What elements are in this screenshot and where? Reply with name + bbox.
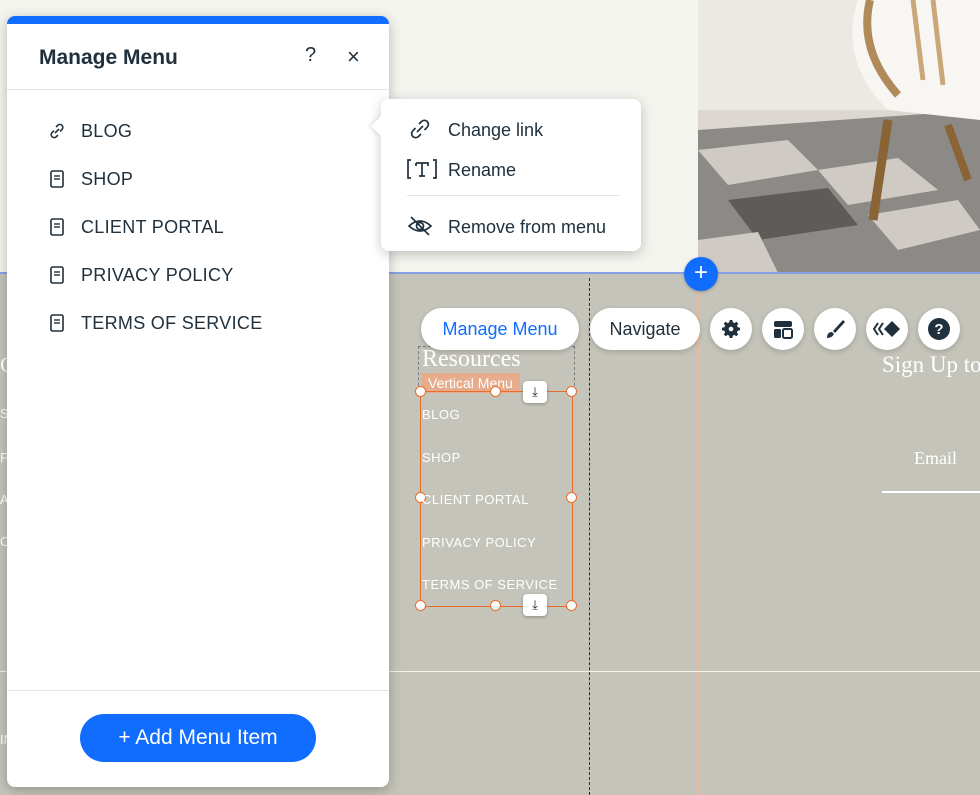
page-icon xyxy=(47,312,67,334)
menu-item-context-popover: Change link Rename Remove from menu xyxy=(371,99,641,251)
gear-icon[interactable] xyxy=(710,308,752,350)
menu-item-row[interactable]: BLOG xyxy=(7,112,389,152)
panel-title: Manage Menu xyxy=(39,46,178,69)
menu-item-label: BLOG xyxy=(81,121,133,141)
menu-item-label: TERMS OF SERVICE xyxy=(81,313,263,333)
layout-icon[interactable] xyxy=(762,308,804,350)
signup-title: Sign Up to xyxy=(882,352,980,377)
vertical-menu-item[interactable]: CLIENT PORTAL xyxy=(422,492,529,507)
resize-handle[interactable] xyxy=(566,386,577,397)
link-icon xyxy=(47,120,67,142)
vertical-menu-item[interactable]: TERMS OF SERVICE xyxy=(422,577,558,592)
menu-item-label: PRIVACY POLICY xyxy=(81,265,234,285)
popover-divider xyxy=(407,195,619,196)
resize-handle[interactable] xyxy=(415,600,426,611)
manage-menu-button[interactable]: Manage Menu xyxy=(421,308,579,350)
grid-guide xyxy=(589,278,590,795)
text-icon xyxy=(407,157,437,181)
panel-divider xyxy=(7,89,389,90)
remove-from-menu-option[interactable]: Remove from menu xyxy=(381,208,641,244)
svg-text:?: ? xyxy=(934,321,943,338)
page-icon xyxy=(47,168,67,190)
stretch-down-icon[interactable]: ⤓ xyxy=(523,381,547,403)
hero-photo xyxy=(698,0,980,273)
menu-item-label: SHOP xyxy=(81,169,134,189)
element-type-tag: Vertical Menu xyxy=(421,373,520,393)
resize-handle[interactable] xyxy=(566,600,577,611)
resize-handle[interactable] xyxy=(490,600,501,611)
menu-item-row[interactable]: SHOP xyxy=(7,160,389,200)
vertical-menu-item[interactable]: PRIVACY POLICY xyxy=(422,535,536,550)
link-icon xyxy=(407,117,433,141)
rename-label: Rename xyxy=(448,160,517,180)
stretch-down-icon[interactable]: ⤓ xyxy=(523,594,547,616)
change-link-label: Change link xyxy=(448,120,544,140)
resize-handle[interactable] xyxy=(415,386,426,397)
email-field-underline xyxy=(882,491,980,493)
question-icon[interactable]: ? xyxy=(305,44,316,67)
menu-item-label: CLIENT PORTAL xyxy=(81,217,224,237)
panel-divider xyxy=(7,690,389,691)
remove-from-menu-label: Remove from menu xyxy=(448,217,607,237)
add-section-button[interactable]: + xyxy=(684,257,718,291)
column-guide xyxy=(697,273,700,795)
navigate-button[interactable]: Navigate xyxy=(590,308,700,350)
menu-item-row[interactable]: TERMS OF SERVICE xyxy=(7,304,389,344)
menu-item-row[interactable]: PRIVACY POLICY xyxy=(7,256,389,296)
page-icon xyxy=(47,264,67,286)
brush-icon[interactable] xyxy=(814,308,856,350)
resize-handle[interactable] xyxy=(490,386,501,397)
close-icon[interactable]: × xyxy=(347,44,360,70)
animation-icon[interactable] xyxy=(866,308,908,350)
help-icon[interactable]: ? xyxy=(918,308,960,350)
email-field-label[interactable]: Email xyxy=(914,448,957,469)
vertical-menu-item[interactable]: BLOG xyxy=(422,407,460,422)
panel-accent-bar xyxy=(7,16,389,24)
rename-option[interactable]: Rename xyxy=(381,151,641,187)
vertical-menu-item[interactable]: SHOP xyxy=(422,450,461,465)
resize-handle[interactable] xyxy=(566,492,577,503)
page-icon xyxy=(47,216,67,238)
change-link-option[interactable]: Change link xyxy=(381,111,641,147)
menu-item-row[interactable]: CLIENT PORTAL xyxy=(7,208,389,248)
eye-hidden-icon xyxy=(407,214,433,238)
resources-title[interactable]: Resources xyxy=(422,346,521,373)
add-menu-item-button[interactable]: + Add Menu Item xyxy=(80,714,316,762)
manage-menu-panel: Manage Menu ? × BLOG SHOP CLIENT PORTAL … xyxy=(7,16,389,787)
